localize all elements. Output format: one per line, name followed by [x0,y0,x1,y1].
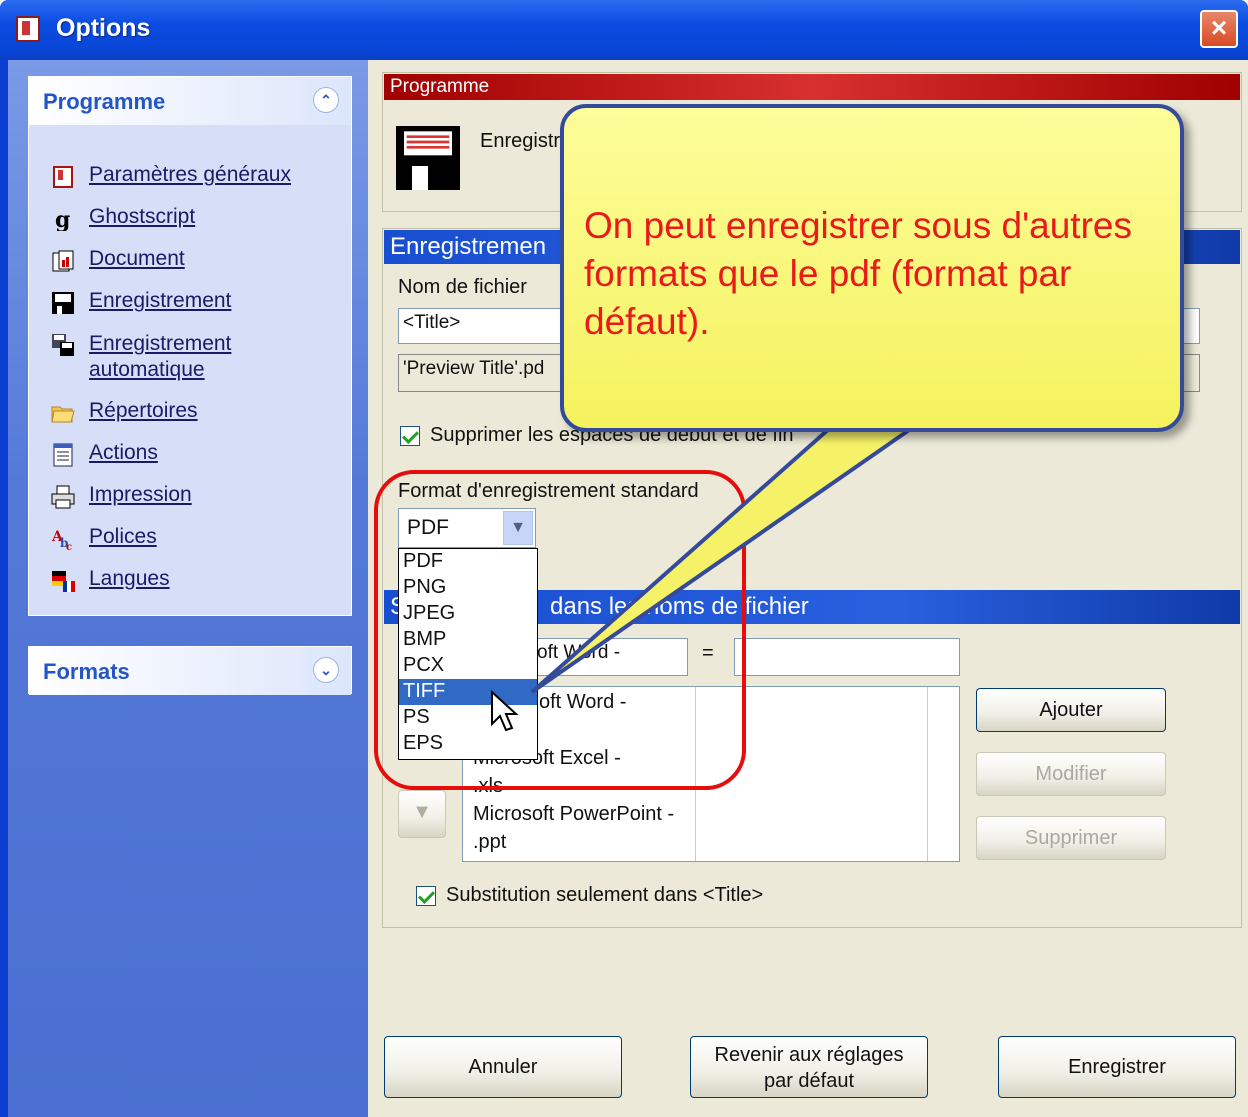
printer-icon [51,485,75,509]
sidebar-item-label: Langues [89,567,170,590]
mouse-cursor-icon [491,690,519,732]
table-row[interactable]: .ppt [473,831,506,854]
options-window: Options × Programme ⌃ Paramètres générau… [0,0,1248,1117]
sidebar-item-label: Actions [89,441,158,464]
general-settings-icon [53,166,73,188]
callout-pointer [530,426,919,694]
floppy-disk-icon [52,292,74,314]
sidebar-item-folders[interactable]: Répertoires [51,399,198,425]
formats-group: Formats ⌄ [28,646,352,695]
sidebar: Programme ⌃ Paramètres généraux g Ghosts… [8,60,368,1117]
filename-label: Nom de fichier [398,276,527,298]
save-button[interactable]: Enregistrer [998,1036,1236,1098]
table-row[interactable]: Microsoft PowerPoint - [473,803,674,826]
sidebar-item-label-line2: automatique [89,358,205,381]
annotation-callout: On peut enregistrer sous d'autres format… [560,104,1184,432]
reset-defaults-line1: Revenir aux réglages [714,1044,904,1066]
sidebar-item-label: Enregistrement [89,332,232,355]
folders-icon [51,406,75,423]
document-icon [52,250,74,272]
reset-defaults-button[interactable]: Revenir aux réglages par défaut [690,1036,928,1098]
only-title-label: Substitution seulement dans <Title> [446,884,764,906]
title-bar[interactable]: Options × [0,0,1248,60]
floppy-disk-icon [396,126,460,190]
sidebar-item-languages[interactable]: Langues [51,567,170,593]
collapse-icon[interactable]: ⌃ [313,87,339,113]
expand-icon[interactable]: ⌄ [313,657,339,683]
sidebar-item-label: Polices [89,525,157,548]
delete-button[interactable]: Supprimer [976,816,1166,860]
close-button[interactable]: × [1200,10,1238,48]
sidebar-item-label: Répertoires [89,399,198,422]
formats-group-title: Formats [43,659,130,684]
sidebar-item-label-block: Enregistrement automatique [89,331,231,383]
modify-button[interactable]: Modifier [976,752,1166,796]
cancel-button[interactable]: Annuler [384,1036,622,1098]
sidebar-item-label: Enregistrement [89,289,232,312]
sidebar-item-auto-save[interactable]: Enregistrement automatique [51,331,231,383]
sidebar-item-printing[interactable]: Impression [51,483,192,509]
auto-save-icon [52,334,74,356]
sidebar-item-save[interactable]: Enregistrement [51,289,231,315]
window-title: Options [56,14,151,42]
sidebar-item-label: Paramètres généraux [89,163,291,186]
sidebar-item-general[interactable]: Paramètres généraux [51,163,291,189]
trim-spaces-checkbox[interactable] [400,426,420,446]
sidebar-item-document[interactable]: Document [51,247,185,273]
program-header: Programme [384,74,1240,100]
sidebar-item-fonts[interactable]: Abc Polices [51,525,157,551]
sidebar-item-ghostscript[interactable]: g Ghostscript [51,205,195,231]
callout-text: On peut enregistrer sous d'autres format… [584,205,1132,342]
reset-defaults-line2: par défaut [763,1070,855,1092]
flags-icon [52,571,75,592]
ghostscript-icon: g [55,207,70,231]
sidebar-item-label: Ghostscript [89,205,196,228]
sidebar-item-actions[interactable]: Actions [51,441,158,467]
program-group-title: Programme [43,89,166,114]
sidebar-item-label: Document [89,247,185,270]
fonts-icon: Abc [51,529,72,551]
svg-text:c: c [66,542,72,551]
program-group-header[interactable]: Programme ⌃ [29,77,351,125]
sidebar-item-label: Impression [89,483,192,506]
formats-group-header[interactable]: Formats ⌄ [29,647,351,695]
only-title-checkbox[interactable] [416,886,436,906]
actions-icon [53,443,73,467]
move-down-button[interactable]: ▼ [398,790,446,838]
program-group: Programme ⌃ Paramètres généraux g Ghosts… [28,76,352,616]
svg-text:g: g [55,207,70,231]
program-caption: Enregistr [480,130,561,152]
add-button[interactable]: Ajouter [976,688,1166,732]
app-icon [16,16,40,42]
